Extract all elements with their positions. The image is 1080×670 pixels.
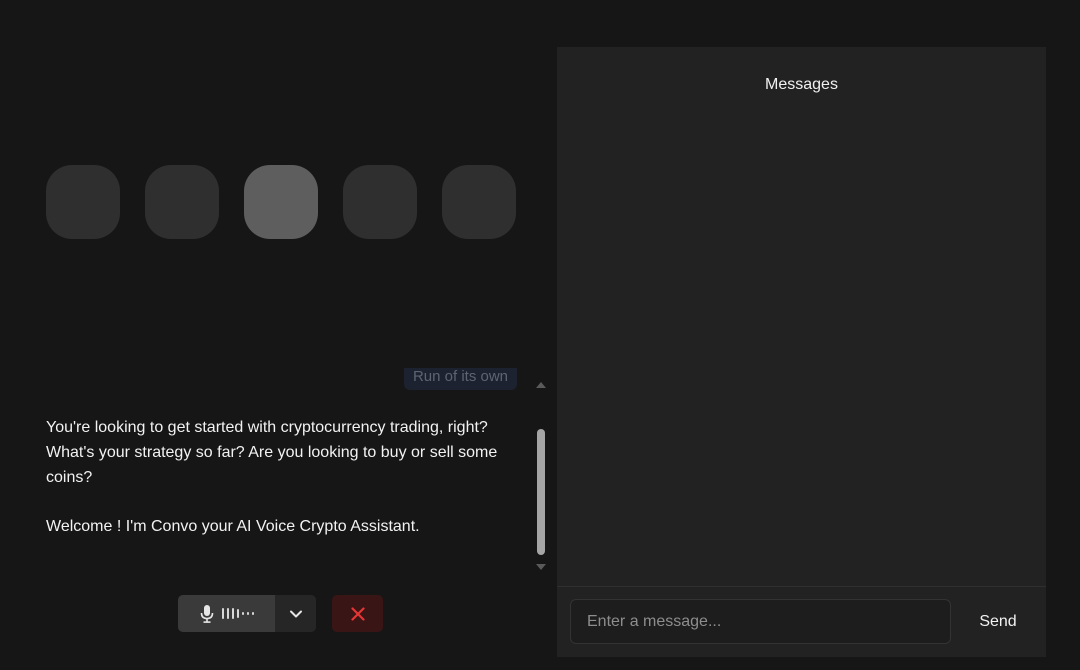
- audio-level-icon: [221, 608, 254, 619]
- microphone-control: [178, 595, 316, 632]
- assistant-message: Welcome ! I'm Convo your AI Voice Crypto…: [46, 518, 420, 535]
- microphone-icon: [200, 604, 213, 623]
- voice-control-bar: [178, 595, 383, 632]
- microphone-toggle-button[interactable]: [178, 595, 275, 632]
- visualizer-bar: [442, 165, 516, 239]
- visualizer-bar: [145, 165, 219, 239]
- visualizer-bar: [343, 165, 417, 239]
- divider: [557, 586, 1046, 587]
- transcript-area[interactable]: Run of its own You're looking to get sta…: [0, 368, 532, 574]
- device-select-button[interactable]: [275, 595, 316, 632]
- message-input[interactable]: [570, 599, 951, 644]
- audio-visualizer: [46, 165, 516, 239]
- scroll-thumb[interactable]: [537, 429, 545, 555]
- chevron-down-icon: [289, 610, 302, 617]
- user-message-bubble: Run of its own: [403, 368, 517, 390]
- voice-agent-panel: Run of its own You're looking to get sta…: [0, 0, 556, 670]
- transcript-scrollbar[interactable]: [533, 377, 549, 574]
- assistant-message: You're looking to get started with crypt…: [46, 419, 498, 486]
- visualizer-bar: [46, 165, 120, 239]
- visualizer-bar-active: [244, 165, 318, 239]
- chat-panel: Messages Send: [557, 47, 1046, 657]
- scroll-down-arrow-icon[interactable]: [536, 564, 546, 570]
- send-button[interactable]: Send: [965, 599, 1031, 644]
- disconnect-button[interactable]: [332, 595, 383, 632]
- chat-title: Messages: [765, 76, 838, 93]
- scroll-up-arrow-icon[interactable]: [536, 382, 546, 388]
- close-icon: [350, 606, 365, 621]
